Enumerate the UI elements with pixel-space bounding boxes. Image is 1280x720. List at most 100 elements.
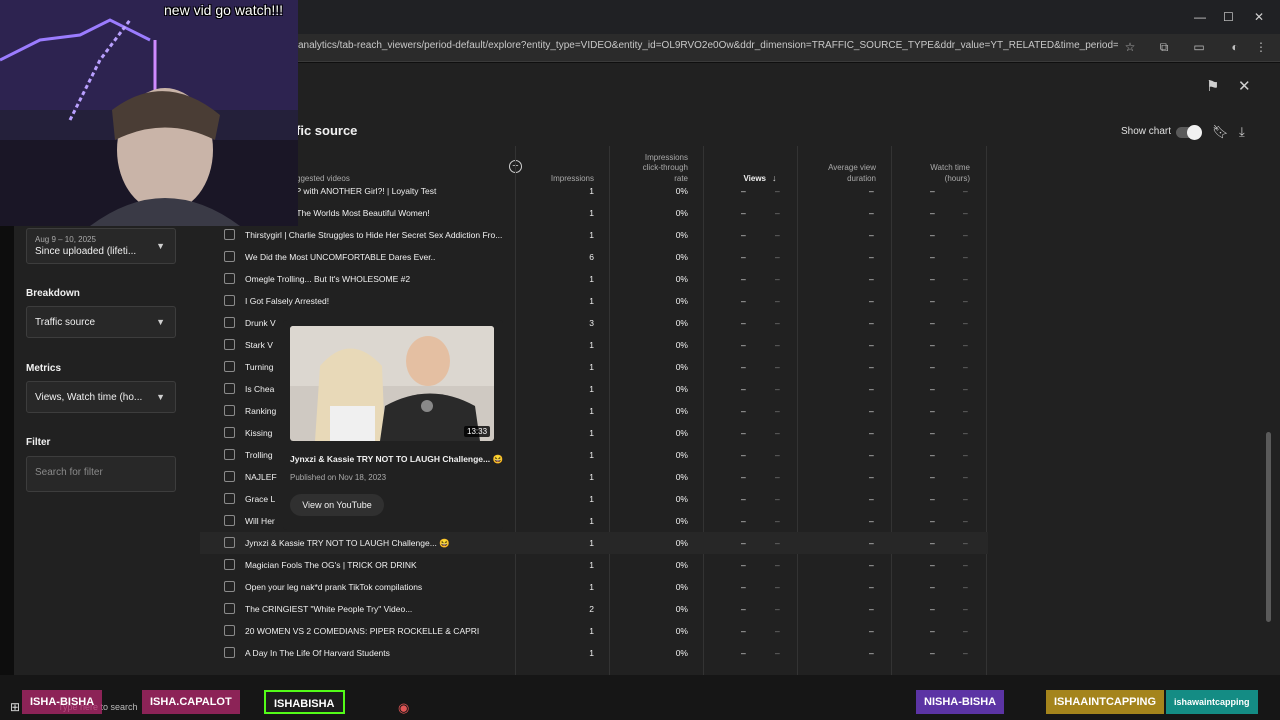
table-row[interactable]: Thirstygirl | Charlie Struggles to Hide … — [200, 224, 988, 246]
row-avg-duration: – — [869, 230, 874, 240]
row-views-compare: – — [775, 252, 780, 262]
stream-overlay-text: new vid go watch!!! — [164, 2, 284, 18]
star-icon[interactable]: ☆ — [1121, 38, 1139, 56]
close-window-icon[interactable]: ✕ — [1254, 10, 1264, 24]
chevron-down-icon: ▼ — [156, 241, 165, 251]
row-impressions: 1 — [589, 450, 594, 460]
row-avg-duration: – — [869, 582, 874, 592]
row-impressions: 1 — [589, 406, 594, 416]
table-row[interactable]: I Got Falsely Arrested! 1 0% – – – – – — [200, 290, 988, 312]
row-watch-compare: – — [963, 538, 968, 548]
row-video-title[interactable]: A Day In The Life Of Harvard Students — [245, 648, 507, 658]
show-chart-label: Show chart — [1121, 126, 1172, 137]
extensions-icon[interactable]: ⧉ — [1155, 38, 1173, 56]
row-views: – — [741, 538, 746, 548]
url-text[interactable]: analytics/tab-reach_viewers/period-defau… — [298, 40, 1118, 51]
video-thumbnail[interactable] — [290, 326, 494, 441]
row-video-title[interactable]: I Got Falsely Arrested! — [245, 296, 507, 306]
row-views: – — [741, 648, 746, 658]
row-checkbox[interactable] — [224, 581, 235, 592]
row-avg-duration: – — [869, 604, 874, 614]
feedback-icon[interactable]: ⚑ — [1206, 77, 1219, 95]
row-checkbox[interactable] — [224, 559, 235, 570]
row-impressions: 1 — [589, 494, 594, 504]
row-checkbox[interactable] — [224, 625, 235, 636]
row-watch-compare: – — [963, 494, 968, 504]
row-views-compare: – — [775, 406, 780, 416]
row-video-title[interactable]: Thirstygirl | Charlie Struggles to Hide … — [245, 230, 507, 240]
row-watch-compare: – — [963, 560, 968, 570]
close-explore-icon[interactable]: ✕ — [1238, 77, 1251, 95]
browser-menu-icon[interactable]: ⋮ — [1252, 38, 1270, 56]
row-ctr: 0% — [675, 582, 688, 592]
row-views-compare: – — [775, 516, 780, 526]
table-row[interactable]: Country With The Worlds Most Beautiful W… — [200, 202, 988, 224]
row-impressions: 1 — [589, 230, 594, 240]
left-desktop-strip — [0, 226, 14, 676]
filter-label: Filter — [26, 437, 51, 448]
bookmark-icon[interactable]: 🔖︎ — [1212, 124, 1229, 140]
table-row[interactable]: 20 WOMEN VS 2 COMEDIANS: PIPER ROCKELLE … — [200, 620, 988, 642]
header-ctr-2[interactable]: click-through — [620, 163, 688, 173]
row-checkbox[interactable] — [224, 405, 235, 416]
row-views: – — [741, 560, 746, 570]
table-row[interactable]: The CRINGIEST "White People Try" Video..… — [200, 598, 988, 620]
cast-icon[interactable]: ▭ — [1190, 38, 1208, 56]
row-watch-compare: – — [963, 450, 968, 460]
row-video-title[interactable]: Open your leg nak*d prank TikTok compila… — [245, 582, 507, 592]
row-checkbox[interactable] — [224, 251, 235, 262]
row-video-title[interactable]: Omegle Trolling... But It's WHOLESOME #2 — [245, 274, 507, 284]
scrollbar[interactable] — [1266, 432, 1271, 622]
table-row[interactable]: We Did the Most UNCOMFORTABLE Dares Ever… — [200, 246, 988, 268]
windows-start-icon[interactable]: ⊞ — [10, 700, 20, 714]
row-checkbox[interactable] — [224, 603, 235, 614]
row-checkbox[interactable] — [224, 295, 235, 306]
row-checkbox[interactable] — [224, 427, 235, 438]
table-row[interactable]: Omegle Trolling... But It's WHOLESOME #2… — [200, 268, 988, 290]
header-avg-1[interactable]: Average view — [796, 163, 876, 173]
table-row[interactable]: A Day In The Life Of Harvard Students 1 0%… — [200, 642, 988, 664]
row-checkbox[interactable] — [224, 339, 235, 350]
breakdown-dropdown[interactable]: Traffic source ▼ — [26, 306, 176, 338]
table-row[interactable]: RIEND SLEEP with ANOTHER Girl?! | Loyalt… — [200, 180, 988, 202]
row-watch-compare: – — [963, 318, 968, 328]
table-row[interactable]: Jynxzi & Kassie TRY NOT TO LAUGH Challen… — [200, 532, 988, 554]
video-duration: 13:33 — [464, 426, 491, 437]
row-checkbox[interactable] — [224, 493, 235, 504]
date-range-dropdown[interactable]: Aug 9 – 10, 2025 Since uploaded (lifeti.… — [26, 228, 176, 264]
row-video-title[interactable]: We Did the Most UNCOMFORTABLE Dares Ever… — [245, 252, 507, 262]
row-avg-duration: – — [869, 252, 874, 262]
row-checkbox[interactable] — [224, 647, 235, 658]
row-checkbox[interactable] — [224, 317, 235, 328]
profile-icon[interactable]: ◐ — [1226, 38, 1244, 56]
row-checkbox[interactable] — [224, 471, 235, 482]
app-icon[interactable]: ◉ — [398, 700, 409, 716]
header-watch-1[interactable]: Watch time — [900, 163, 970, 173]
view-on-youtube-button[interactable]: View on YouTube — [290, 494, 384, 516]
row-video-title[interactable]: Jynxzi & Kassie TRY NOT TO LAUGH Challen… — [245, 538, 507, 549]
row-checkbox[interactable] — [224, 229, 235, 240]
row-impressions: 1 — [589, 384, 594, 394]
row-checkbox[interactable] — [224, 449, 235, 460]
row-checkbox[interactable] — [224, 361, 235, 372]
minimize-icon[interactable]: — — [1194, 10, 1206, 24]
row-ctr: 0% — [675, 538, 688, 548]
row-checkbox[interactable] — [224, 273, 235, 284]
show-chart-toggle[interactable] — [1176, 125, 1202, 140]
row-checkbox[interactable] — [224, 515, 235, 526]
webcam-overlay — [0, 0, 298, 226]
metrics-dropdown[interactable]: Views, Watch time (ho... ▼ — [26, 381, 176, 413]
table-row[interactable]: Magician Fools The OG's | TRICK OR DRINK… — [200, 554, 988, 576]
filter-input[interactable] — [35, 467, 165, 478]
header-ctr-1[interactable]: Impressions — [620, 153, 688, 163]
row-video-title[interactable]: Magician Fools The OG's | TRICK OR DRINK — [245, 560, 507, 570]
filter-box[interactable] — [26, 456, 176, 492]
row-checkbox[interactable] — [224, 537, 235, 548]
download-icon[interactable]: ⤓ — [1239, 124, 1245, 140]
table-row[interactable]: Open your leg nak*d prank TikTok compila… — [200, 576, 988, 598]
social-tag-youtube: ISHA-BISHA — [22, 690, 103, 714]
row-video-title[interactable]: The CRINGIEST "White People Try" Video..… — [245, 604, 507, 614]
row-video-title[interactable]: 20 WOMEN VS 2 COMEDIANS: PIPER ROCKELLE … — [245, 626, 507, 636]
maximize-icon[interactable]: ☐ — [1223, 10, 1234, 24]
row-checkbox[interactable] — [224, 383, 235, 394]
